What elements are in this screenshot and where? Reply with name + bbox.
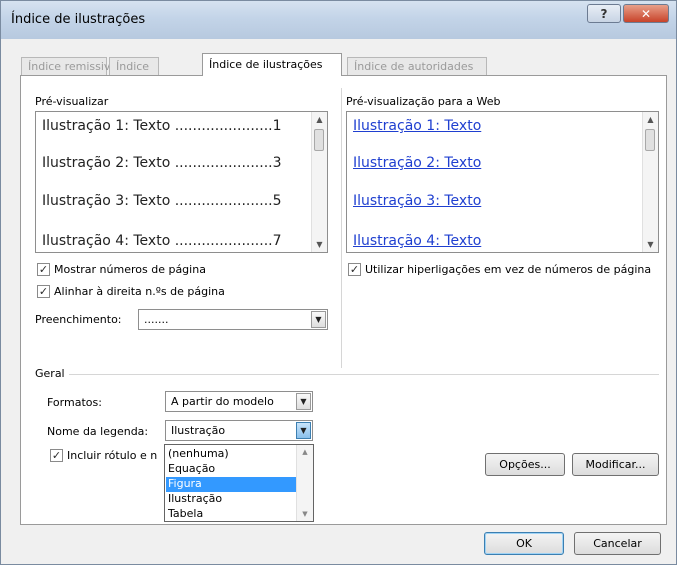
column-divider [341,88,342,368]
close-button[interactable]: ✕ [623,4,669,23]
web-preview-box[interactable]: Ilustração 1: Texto Ilustração 2: Texto … [346,111,659,253]
show-page-numbers-label: Mostrar números de página [54,263,206,276]
caption-label: Nome da legenda: [47,425,149,438]
preview-entry: Ilustração 2: Texto ....................… [42,155,282,171]
web-preview-scrollbar[interactable]: ▲ ▼ [642,112,658,252]
formats-value: A partir do modelo [171,395,274,408]
tab-leader-label: Preenchimento: [35,313,122,326]
dropdown-option[interactable]: Ilustração [166,492,296,507]
formats-select[interactable]: A partir do modelo ▼ [165,391,313,412]
tab-indice[interactable]: Índice [109,57,159,75]
use-hyperlinks-label: Utilizar hiperligações em vez de números… [365,263,652,276]
general-divider [69,374,659,375]
cancel-button[interactable]: Cancelar [574,532,661,555]
preview-entry: Ilustração 4: Texto ....................… [42,233,282,249]
print-preview-box[interactable]: Ilustração 1: Texto ....................… [35,111,328,253]
preview-entry: Ilustração 1: Texto ....................… [42,118,282,134]
chevron-down-icon[interactable]: ▼ [296,393,311,410]
print-preview-scrollbar[interactable]: ▲ ▼ [311,112,327,252]
web-preview-link[interactable]: Ilustração 1: Texto [353,118,481,134]
caption-dropdown-list[interactable]: (nenhuma) Equação Figura Ilustração Tabe… [164,444,314,522]
caption-select[interactable]: Ilustração ▼ [165,420,313,441]
right-align-checkbox[interactable]: ✓ [37,285,50,298]
scroll-down-icon[interactable]: ▼ [643,237,658,252]
web-preview-link[interactable]: Ilustração 3: Texto [353,193,481,209]
show-page-numbers-checkbox[interactable]: ✓ [37,263,50,276]
print-preview-label: Pré-visualizar [35,95,109,108]
include-label-checkbox[interactable]: ✓ [50,449,63,462]
chevron-down-icon[interactable]: ▼ [311,311,326,328]
preview-entry: Ilustração 3: Texto ....................… [42,193,282,209]
dropdown-option[interactable]: (nenhuma) [166,447,296,462]
dropdown-scrollbar[interactable]: ▲ ▼ [296,445,313,521]
web-preview-link[interactable]: Ilustração 2: Texto [353,155,481,171]
use-hyperlinks-checkbox[interactable]: ✓ [348,263,361,276]
right-align-label: Alinhar à direita n.ºs de página [54,285,225,298]
tab-panel: Pré-visualizar Ilustração 1: Texto .....… [20,75,667,525]
scroll-up-icon[interactable]: ▲ [312,112,327,127]
caption-value: Ilustração [171,424,226,437]
tab-indice-autoridades[interactable]: Índice de autoridades [347,57,487,75]
scroll-up-icon[interactable]: ▲ [643,112,658,127]
web-preview-label: Pré-visualização para a Web [346,95,501,108]
dropdown-option[interactable]: Equação [166,462,296,477]
chevron-down-icon[interactable]: ▼ [296,422,311,439]
web-preview-link[interactable]: Ilustração 4: Texto [353,233,481,249]
scroll-thumb[interactable] [645,129,655,151]
dropdown-option[interactable]: Tabela [166,507,296,522]
formats-label: Formatos: [47,396,102,409]
dialog-window: Índice de ilustrações ? ✕ Índice remissi… [0,0,677,565]
dialog-title: Índice de ilustrações [11,12,146,27]
tab-index-remissivo[interactable]: Índice remissivo [21,57,117,75]
options-button[interactable]: Opções... [485,453,565,476]
tab-leader-select[interactable]: ....... ▼ [138,309,328,330]
general-group-label: Geral [35,367,65,380]
help-button[interactable]: ? [587,4,621,23]
modify-button[interactable]: Modificar... [572,453,659,476]
title-bar[interactable]: Índice de ilustrações ? ✕ [1,1,676,39]
scroll-up-icon[interactable]: ▲ [297,445,313,459]
scroll-down-icon[interactable]: ▼ [297,507,313,521]
include-label-text: Incluir rótulo e n [67,449,158,462]
ok-button[interactable]: OK [484,532,564,555]
scroll-down-icon[interactable]: ▼ [312,237,327,252]
tab-leader-value: ....... [144,313,169,326]
scroll-thumb[interactable] [314,129,324,151]
tab-indice-ilustracoes[interactable]: Índice de ilustrações [202,53,342,76]
dropdown-option-selected[interactable]: Figura [166,477,296,492]
